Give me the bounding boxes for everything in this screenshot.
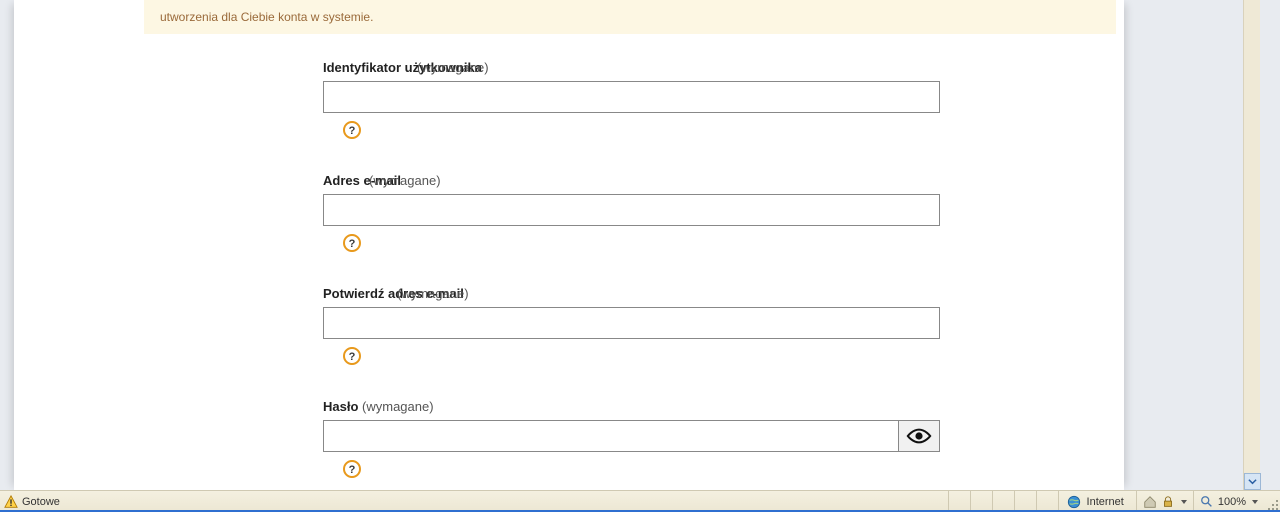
help-icon[interactable]: ? <box>343 121 361 139</box>
dropdown-icon <box>1252 500 1258 504</box>
status-zoom-text: 100% <box>1218 496 1246 508</box>
status-empty-cells <box>948 491 1058 512</box>
email-input[interactable] <box>323 194 940 226</box>
field-password-label: Hasło (wymagane) <box>323 399 943 414</box>
status-security[interactable] <box>1136 491 1193 512</box>
chevron-down-icon <box>1248 477 1257 486</box>
status-zone-text: Internet <box>1087 496 1124 508</box>
field-email-confirm: Potwierdź adres e-mail (wymagane) ? <box>323 286 943 365</box>
magnifier-icon <box>1200 495 1214 509</box>
notice-banner: utworzenia dla Ciebie konta w systemie. <box>144 0 1116 34</box>
warning-icon <box>4 495 18 509</box>
field-email: Adres e-mail (wymagane) ? <box>323 173 943 252</box>
vertical-scrollbar[interactable] <box>1243 0 1260 490</box>
dropdown-icon <box>1181 500 1187 504</box>
scroll-down-button[interactable] <box>1244 473 1261 490</box>
field-username-label: Identyfikator użytkownika (wymagane) <box>323 60 943 75</box>
field-password-label-req: (wymagane) <box>362 399 434 414</box>
notice-text: utworzenia dla Ciebie konta w systemie. <box>160 8 373 26</box>
password-input[interactable] <box>323 420 898 452</box>
field-password-label-bold: Hasło <box>323 399 358 414</box>
field-username-label-req: (wymagane) <box>417 60 489 75</box>
registration-form: Identyfikator użytkownika (wymagane) ? A… <box>323 60 943 478</box>
status-zone: Internet <box>1058 491 1136 512</box>
help-icon[interactable]: ? <box>343 460 361 478</box>
resize-grip[interactable] <box>1266 498 1278 510</box>
field-email-confirm-label-req: (wymagane) <box>397 286 469 301</box>
username-input[interactable] <box>323 81 940 113</box>
help-icon[interactable]: ? <box>343 347 361 365</box>
email-confirm-input[interactable] <box>323 307 940 339</box>
status-ready: Gotowe <box>0 495 60 509</box>
home-icon <box>1143 495 1157 509</box>
globe-icon <box>1067 495 1081 509</box>
status-ready-text: Gotowe <box>22 496 60 508</box>
status-bar: Gotowe Internet 100% <box>0 490 1280 512</box>
field-email-label-req: (wymagane) <box>369 173 441 188</box>
eye-icon <box>906 428 932 444</box>
field-password: Hasło (wymagane) ? <box>323 399 943 478</box>
field-email-confirm-label: Potwierdź adres e-mail (wymagane) <box>323 286 943 301</box>
lock-icon <box>1161 495 1175 509</box>
status-zoom[interactable]: 100% <box>1193 491 1264 512</box>
toggle-password-visibility-button[interactable] <box>898 420 940 452</box>
field-email-label: Adres e-mail (wymagane) <box>323 173 943 188</box>
field-username: Identyfikator użytkownika (wymagane) ? <box>323 60 943 139</box>
help-icon[interactable]: ? <box>343 234 361 252</box>
page-background: utworzenia dla Ciebie konta w systemie. … <box>0 0 1260 490</box>
